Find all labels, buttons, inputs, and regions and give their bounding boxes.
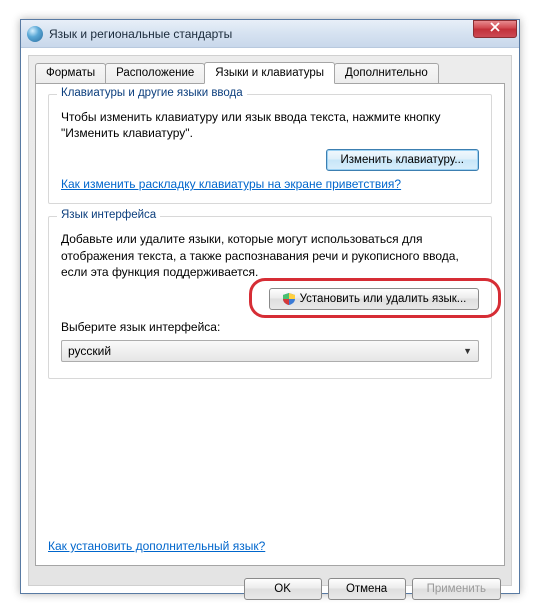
tabbar: Форматы Расположение Языки и клавиатуры … — [29, 56, 511, 83]
install-additional-language-link[interactable]: Как установить дополнительный язык? — [48, 539, 265, 553]
group-keyboards-title: Клавиатуры и другие языки ввода — [57, 87, 247, 99]
chevron-down-icon: ▼ — [463, 346, 472, 356]
group-keyboards: Клавиатуры и другие языки ввода Чтобы из… — [48, 94, 492, 204]
change-keyboard-button[interactable]: Изменить клавиатуру... — [326, 149, 479, 171]
tab-formats[interactable]: Форматы — [35, 63, 106, 84]
install-remove-language-button[interactable]: Установить или удалить язык... — [269, 288, 479, 310]
ui-language-dropdown[interactable]: русский ▼ — [61, 340, 479, 362]
group-ui-language-title: Язык интерфейса — [57, 209, 160, 221]
uac-shield-icon — [282, 292, 296, 306]
apply-button[interactable]: Применить — [412, 578, 501, 600]
tab-languages-keyboards[interactable]: Языки и клавиатуры — [204, 62, 335, 84]
ok-button[interactable]: OK — [244, 578, 322, 600]
group-ui-language-desc: Добавьте или удалите языки, которые могу… — [61, 231, 479, 280]
select-language-label: Выберите язык интерфейса: — [61, 320, 479, 334]
ui-language-value: русский — [68, 344, 463, 358]
tab-page: Клавиатуры и другие языки ввода Чтобы из… — [35, 83, 505, 566]
group-ui-language: Язык интерфейса Добавьте или удалите язы… — [48, 216, 492, 379]
close-button[interactable] — [473, 20, 517, 38]
tab-location[interactable]: Расположение — [105, 63, 205, 84]
tab-additional[interactable]: Дополнительно — [334, 63, 439, 84]
group-keyboards-desc: Чтобы изменить клавиатуру или язык ввода… — [61, 109, 479, 141]
dialog-body: Форматы Расположение Языки и клавиатуры … — [28, 55, 512, 586]
install-remove-language-label: Установить или удалить язык... — [300, 293, 467, 305]
cancel-button[interactable]: Отмена — [328, 578, 406, 600]
titlebar: Язык и региональные стандарты — [21, 20, 519, 48]
dialog-window: Язык и региональные стандарты Форматы Ра… — [20, 19, 520, 594]
window-title: Язык и региональные стандарты — [49, 27, 473, 41]
welcome-screen-layout-link[interactable]: Как изменить раскладку клавиатуры на экр… — [61, 177, 401, 191]
globe-icon — [27, 26, 43, 42]
dialog-button-row: OK Отмена Применить — [29, 572, 511, 600]
